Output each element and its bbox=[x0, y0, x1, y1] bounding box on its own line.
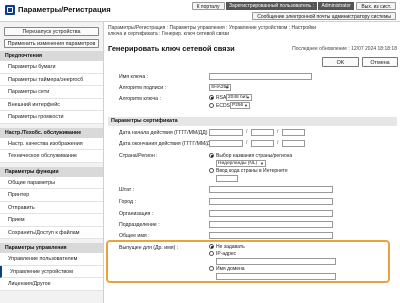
email-admin-button[interactable]: Сообщение электронной почты администрато… bbox=[252, 12, 396, 20]
sidebar-section-function: Параметры функции bbox=[0, 166, 103, 177]
state-label: Штат : bbox=[119, 187, 135, 193]
sidebar-item-printer[interactable]: Принтер bbox=[0, 189, 103, 202]
rsa-radio[interactable] bbox=[209, 95, 214, 100]
logout-button[interactable]: Вых. из сист. bbox=[356, 2, 396, 10]
end-day-input[interactable] bbox=[282, 140, 305, 147]
department-input[interactable] bbox=[209, 221, 333, 228]
sidebar-item-maintenance[interactable]: Техническое обслуживание bbox=[0, 150, 103, 163]
country-code-input[interactable] bbox=[216, 175, 238, 182]
last-update-text: Последнее обновление : 12/07 2024 18:18:… bbox=[292, 46, 397, 52]
sidebar-section-adjustment: Настр./Техобс. обслуживание bbox=[0, 127, 103, 138]
sig-algo-select[interactable]: SHA256 ▼ bbox=[209, 84, 231, 91]
date-separator: / bbox=[246, 129, 248, 135]
key-name-input[interactable] bbox=[209, 73, 312, 80]
ecdsa-curve-select[interactable]: P256 ▼ bbox=[230, 102, 250, 109]
date-separator: / bbox=[277, 140, 279, 146]
country-select-radio[interactable] bbox=[209, 153, 214, 158]
rsa-bits-value: 2048 бит bbox=[228, 95, 248, 100]
start-day-input[interactable] bbox=[282, 129, 305, 136]
organization-label: Организация : bbox=[119, 211, 154, 217]
chevron-down-icon: ▼ bbox=[225, 85, 229, 90]
sig-algo-label: Алгоритм подписи : bbox=[119, 85, 167, 91]
sidebar-item-store-access[interactable]: Сохранить/Доступ к файлам bbox=[0, 226, 103, 239]
rsa-label: RSA bbox=[216, 95, 227, 101]
end-date-label: Дата окончания действия (ГГГГ/ММ/ДД) : bbox=[119, 141, 219, 147]
key-name-label: Имя ключа : bbox=[119, 74, 149, 80]
chevron-down-icon: ▼ bbox=[246, 95, 250, 100]
sidebar-section-preferences: Предпочтения bbox=[0, 51, 103, 61]
settings-logo-icon bbox=[5, 5, 15, 15]
app-title: Параметры/Регистрация bbox=[18, 5, 111, 14]
sidebar-item-interface[interactable]: Внешний интерфейс bbox=[0, 98, 103, 111]
sidebar-item-receive[interactable]: Прием bbox=[0, 214, 103, 227]
cancel-button[interactable]: Отмена bbox=[362, 57, 398, 67]
state-input[interactable] bbox=[209, 186, 333, 193]
ecdsa-curve-value: P256 bbox=[232, 103, 244, 108]
country-input-radio[interactable] bbox=[209, 168, 214, 173]
common-name-label: Общее имя : bbox=[119, 233, 150, 239]
sidebar-item-device-management[interactable]: Управление устройством bbox=[0, 265, 103, 278]
breadcrumb-text: Параметры/Регистрация : Параметры управл… bbox=[108, 25, 316, 37]
sidebar-item-user-management[interactable]: Управление пользователем bbox=[0, 253, 103, 266]
sidebar-item-send[interactable]: Отправить bbox=[0, 201, 103, 214]
sidebar-item-volume[interactable]: Параметры громкости bbox=[0, 111, 103, 124]
country-input-option: Ввод кода страны в Интернете bbox=[216, 168, 288, 174]
breadcrumb: Параметры/Регистрация : Параметры управл… bbox=[108, 25, 368, 37]
end-month-input[interactable] bbox=[251, 140, 274, 147]
organization-input[interactable] bbox=[209, 210, 333, 217]
sidebar-item-license[interactable]: Лицензия/Другое bbox=[0, 278, 103, 291]
date-separator: / bbox=[277, 129, 279, 135]
rsa-bits-select[interactable]: 2048 бит ▼ bbox=[226, 94, 252, 101]
city-input[interactable] bbox=[209, 198, 333, 205]
sidebar-item-common[interactable]: Общие параметры bbox=[0, 176, 103, 189]
start-date-label: Дата начала действия (ГГГГ/ММ/ДД) : bbox=[119, 130, 211, 136]
user-name: Administrator bbox=[318, 2, 354, 10]
start-month-input[interactable] bbox=[251, 129, 274, 136]
page-title: Генерировать ключ сетевой связи bbox=[108, 44, 235, 53]
sidebar-item-image-quality[interactable]: Настр. качества изображения bbox=[0, 137, 103, 150]
department-label: Подразделение : bbox=[119, 222, 160, 228]
sidebar-item-network[interactable]: Параметры сети bbox=[0, 86, 103, 99]
sidebar-section-management: Параметры управления bbox=[0, 243, 103, 253]
top-bar: Параметры/Регистрация К порталу Зарегист… bbox=[0, 0, 400, 22]
start-year-input[interactable] bbox=[209, 129, 243, 136]
ok-button[interactable]: OK bbox=[322, 57, 359, 67]
portal-button[interactable]: К порталу bbox=[191, 2, 225, 10]
top-right-controls: К порталу Зарегистрированный пользовател… bbox=[191, 2, 396, 10]
key-algo-label: Алгоритм ключа : bbox=[119, 96, 161, 102]
country-value: Нидерланды (NL) bbox=[218, 161, 258, 166]
apply-changes-button[interactable]: Применить изменения параметров bbox=[4, 39, 99, 48]
date-separator: / bbox=[246, 140, 248, 146]
city-label: Город : bbox=[119, 199, 136, 205]
chevron-down-icon: ▼ bbox=[260, 161, 264, 166]
sidebar-item-paper[interactable]: Параметры бумаги bbox=[0, 61, 103, 74]
country-select[interactable]: Нидерланды (NL) ▼ bbox=[216, 160, 266, 167]
ecdsa-radio[interactable] bbox=[209, 103, 214, 108]
restart-device-button[interactable]: Перезапуск устройства bbox=[4, 27, 99, 36]
chevron-down-icon: ▼ bbox=[244, 103, 248, 108]
country-label: Страна/Регион : bbox=[119, 153, 158, 159]
end-year-input[interactable] bbox=[209, 140, 243, 147]
sidebar: Перезапуск устройства Применить изменени… bbox=[0, 22, 104, 303]
common-name-input[interactable] bbox=[209, 232, 333, 239]
cert-settings-header: Параметры сертификата bbox=[108, 117, 397, 126]
sidebar-item-timer[interactable]: Параметры таймера/энергосб bbox=[0, 73, 103, 86]
user-label: Зарегистрированный пользователь : bbox=[226, 2, 317, 10]
highlight-frame bbox=[106, 240, 390, 283]
country-select-option: Выбор названия страны/региона bbox=[216, 153, 293, 159]
